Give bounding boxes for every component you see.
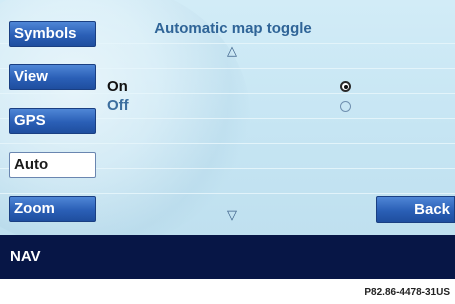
nav-screen: Symbols View GPS Auto Zoom Automatic map…: [0, 0, 455, 235]
divider-line: [0, 93, 455, 94]
sidebar-item-auto[interactable]: Auto: [9, 152, 96, 178]
status-bar-label: NAV: [10, 248, 41, 265]
divider-line: [0, 193, 455, 194]
sidebar-item-gps[interactable]: GPS: [9, 108, 96, 134]
option-off-label[interactable]: Off: [107, 97, 129, 114]
figure-id-caption: P82.86-4478-31US: [364, 287, 450, 298]
back-button[interactable]: Back: [376, 196, 455, 223]
page-title: Automatic map toggle: [154, 20, 312, 37]
status-bar: NAV: [0, 235, 455, 279]
option-on-radio-icon[interactable]: [340, 81, 351, 92]
sidebar-item-symbols[interactable]: Symbols: [9, 21, 96, 47]
option-on-label[interactable]: On: [107, 78, 128, 95]
scroll-up-icon[interactable]: △: [227, 43, 237, 59]
sidebar-item-zoom[interactable]: Zoom: [9, 196, 96, 222]
scroll-down-icon[interactable]: ▽: [227, 207, 237, 223]
sidebar-item-view[interactable]: View: [9, 64, 96, 90]
option-off-radio-icon[interactable]: [340, 101, 351, 112]
divider-line: [0, 143, 455, 144]
